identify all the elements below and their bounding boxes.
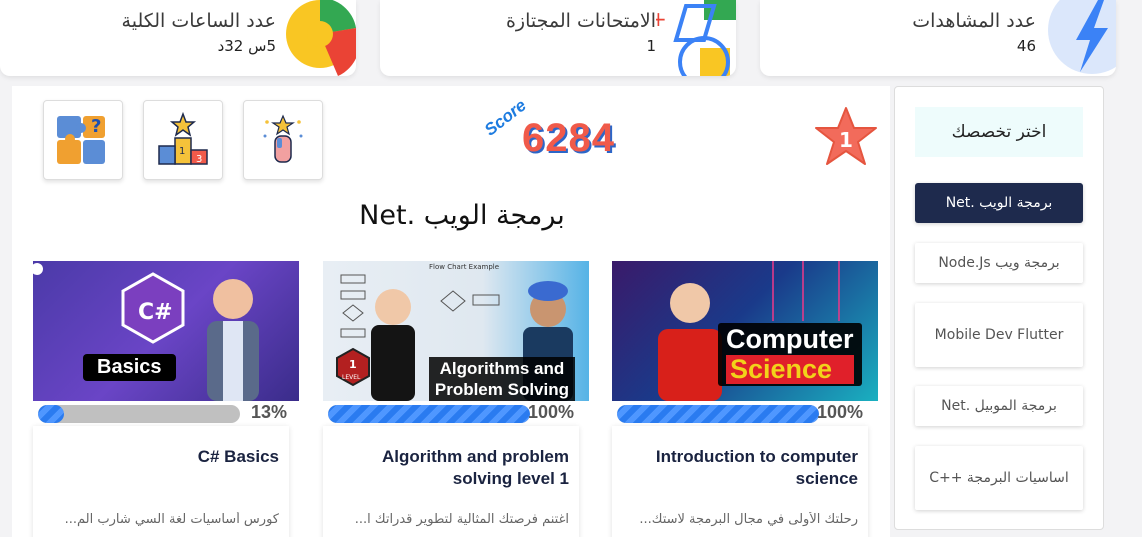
stat-title: عدد الساعات الكلية bbox=[121, 10, 276, 32]
puzzle-icon: ? bbox=[57, 116, 105, 164]
svg-text:C#: C# bbox=[138, 300, 173, 325]
thumbnail-caption: Computer Science bbox=[718, 323, 862, 386]
caption-line: Computer bbox=[726, 324, 854, 354]
score-value: 6284 bbox=[522, 116, 615, 160]
course-description: رحلتك الأولى في مجال البرمجة لاستك... bbox=[639, 512, 858, 527]
thumbnail-header: Flow Chart Example bbox=[429, 263, 499, 271]
caption-line: Science bbox=[726, 355, 854, 384]
progress-bar bbox=[38, 405, 240, 423]
thumbnail-caption: Algorithms and Problem Solving bbox=[428, 357, 575, 401]
stat-value: 5س 32د bbox=[217, 37, 276, 55]
puzzle-button[interactable]: ? bbox=[43, 100, 123, 180]
course-thumbnail[interactable]: Flow Chart Example 1 LEVEL Algorithms an… bbox=[323, 261, 589, 401]
hand-star-icon bbox=[263, 114, 303, 163]
course-card[interactable]: Algorithm and problem solving level 1 اغ… bbox=[323, 426, 579, 537]
course-title[interactable]: Algorithm and problem solving level 1 bbox=[339, 446, 569, 490]
level-badge-label: LEVEL bbox=[342, 374, 361, 381]
svg-text:+: + bbox=[656, 7, 667, 31]
stat-value: 1 bbox=[646, 37, 656, 55]
progress-percent: 100% bbox=[817, 402, 864, 422]
progress-percent: 13% bbox=[251, 402, 288, 422]
level-badge-number: 1 bbox=[349, 358, 357, 371]
stat-card-total-hours: عدد الساعات الكلية 5س 32د bbox=[0, 0, 356, 76]
rank-star-badge: 1 bbox=[815, 107, 877, 165]
sidebar-item-dotnet-web[interactable]: برمجة الويب .Net bbox=[915, 183, 1083, 223]
progress-percent: 100% bbox=[528, 402, 575, 422]
caption-line: Algorithms and bbox=[439, 359, 565, 378]
rank-number: 1 bbox=[839, 128, 853, 152]
specialization-sidebar: اختر تخصصك برمجة الويب .Net برمجة ويب No… bbox=[894, 86, 1104, 530]
course-title[interactable]: C# Basics bbox=[49, 446, 279, 468]
progress-bar bbox=[328, 405, 530, 423]
progress-bar bbox=[617, 405, 819, 423]
course-card[interactable]: C# Basics كورس أساسيات لغة السي شارب الم… bbox=[33, 426, 289, 537]
podium-icon: 1 3 bbox=[158, 111, 208, 165]
caption-line: Problem Solving bbox=[434, 380, 569, 399]
sidebar-item-flutter-mobile[interactable]: Mobile Dev Flutter bbox=[915, 303, 1083, 367]
svg-text:3: 3 bbox=[196, 154, 202, 165]
progress-fill bbox=[617, 405, 819, 423]
stat-card-passed-exams: الامتحانات المجتازة 1 + bbox=[380, 0, 736, 76]
leaderboard-button[interactable]: 1 3 bbox=[143, 100, 223, 180]
stat-title: الامتحانات المجتازة bbox=[505, 10, 656, 32]
stat-value: 46 bbox=[1016, 37, 1036, 55]
stat-title: عدد المشاهدات bbox=[912, 10, 1036, 32]
course-description: اغتنم فرصتك المثالية لتطوير قدراتك ا... bbox=[354, 512, 569, 527]
course-title[interactable]: Introduction to computer science bbox=[628, 446, 858, 490]
page-title: برمجة الويب .Net bbox=[359, 200, 565, 231]
stat-card-views: عدد المشاهدات 46 bbox=[760, 0, 1116, 76]
course-card[interactable]: Introduction to computer science رحلتك ا… bbox=[612, 426, 868, 537]
chrome-style-clock-icon bbox=[286, 0, 356, 76]
svg-text:1: 1 bbox=[179, 146, 185, 157]
course-thumbnail[interactable]: Computer Science bbox=[612, 261, 878, 401]
sidebar-item-nodejs-web[interactable]: برمجة ويب Node.Js bbox=[915, 243, 1083, 283]
lightning-icon bbox=[1048, 0, 1116, 74]
sidebar-title: اختر تخصصك bbox=[915, 107, 1083, 157]
achievements-button[interactable] bbox=[243, 100, 323, 180]
thumbnail-caption: Basics bbox=[83, 354, 176, 381]
main-panel: ? 1 3 Score 6284 1 برمجة الويب .Net C# B… bbox=[12, 86, 890, 537]
bicycle-icon: + bbox=[656, 0, 736, 76]
progress-fill bbox=[328, 405, 530, 423]
sidebar-item-cpp-basics[interactable]: اساسيات البرمجة ++C bbox=[915, 446, 1083, 510]
course-description: كورس أساسيات لغة السي شارب الم... bbox=[64, 512, 279, 527]
course-thumbnail[interactable]: C# Basics bbox=[33, 261, 299, 401]
svg-text:?: ? bbox=[91, 116, 101, 137]
progress-fill bbox=[38, 405, 65, 423]
sidebar-item-dotnet-mobile[interactable]: برمجة الموبيل .Net bbox=[915, 386, 1083, 426]
